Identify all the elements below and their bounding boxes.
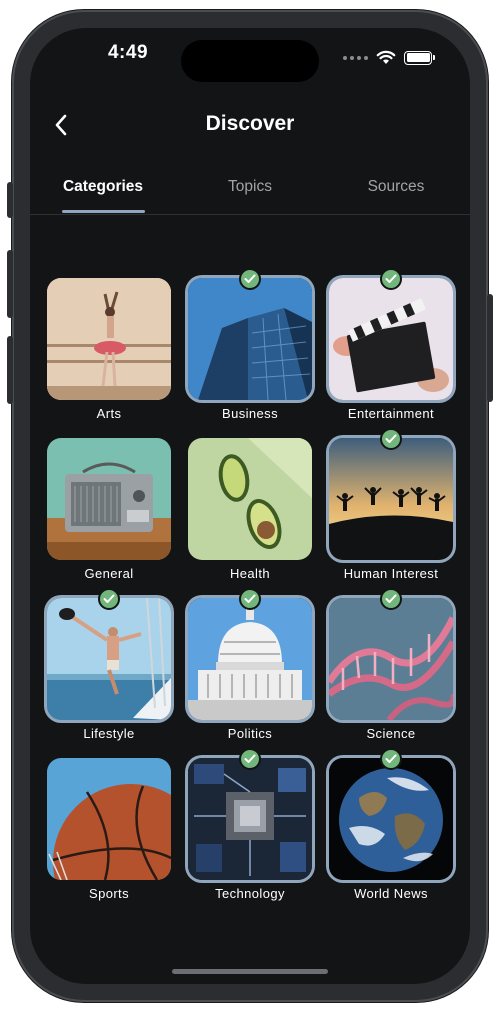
tab-divider (30, 214, 470, 215)
check-icon (380, 428, 402, 450)
check-icon (380, 748, 402, 770)
category-label: Lifestyle (83, 726, 135, 741)
people-jumping-image (329, 438, 453, 560)
circuit-board-image (188, 758, 312, 880)
check-icon (239, 588, 261, 610)
cellular-signal-icon (343, 55, 368, 60)
category-label: Human Interest (343, 566, 439, 581)
category-tile-world-news[interactable]: World News (329, 748, 453, 901)
check-icon (380, 588, 402, 610)
category-label: Politics (227, 726, 273, 741)
category-label: Sports (89, 886, 129, 901)
dynamic-island (181, 40, 319, 82)
category-label: Entertainment (347, 406, 435, 421)
tab-bar: Categories Topics Sources (30, 178, 470, 214)
earth-image (329, 758, 453, 880)
category-label: Science (366, 726, 416, 741)
category-tile-science[interactable]: Science (329, 588, 453, 741)
category-label: Arts (96, 406, 122, 421)
sailboat-image (47, 598, 171, 720)
dna-image (329, 598, 453, 720)
volume-up-button (7, 250, 13, 318)
tab-topics[interactable]: Topics (190, 178, 310, 196)
status-time: 4:49 (107, 42, 149, 63)
category-label: World News (354, 886, 428, 901)
volume-down-button (7, 336, 13, 404)
category-tile-general[interactable]: General (47, 438, 171, 581)
check-icon (239, 268, 261, 290)
tab-sources[interactable]: Sources (336, 178, 456, 196)
screen: 4:49 Discover Categories Topics Sources (30, 28, 470, 984)
action-button (7, 182, 13, 218)
capitol-image (188, 598, 312, 720)
clapperboard-image (329, 278, 453, 400)
category-tile-lifestyle[interactable]: Lifestyle (47, 588, 171, 741)
status-icons (343, 50, 435, 65)
category-tile-politics[interactable]: Politics (188, 588, 312, 741)
page-title: Discover (205, 112, 295, 135)
category-tile-arts[interactable]: Arts (47, 278, 171, 421)
battery-icon (404, 50, 435, 65)
category-tile-health[interactable]: Health (188, 438, 312, 581)
category-tile-sports[interactable]: Sports (47, 758, 171, 901)
check-icon (98, 588, 120, 610)
basketball-image (47, 758, 171, 880)
active-tab-indicator (62, 210, 145, 213)
category-tile-technology[interactable]: Technology (188, 748, 312, 901)
category-tile-entertainment[interactable]: Entertainment (329, 268, 453, 421)
tab-categories[interactable]: Categories (43, 178, 163, 196)
power-button (487, 294, 493, 402)
check-icon (380, 268, 402, 290)
check-icon (239, 748, 261, 770)
category-label: Business (222, 406, 278, 421)
office-building-image (188, 278, 312, 400)
wifi-icon (376, 50, 396, 64)
category-tile-human-interest[interactable]: Human Interest (329, 428, 453, 581)
avocado-image (188, 438, 312, 560)
category-label: Health (230, 566, 270, 581)
category-tile-business[interactable]: Business (188, 268, 312, 421)
category-label: General (84, 566, 134, 581)
ballet-dancer-image (47, 278, 171, 400)
radio-image (47, 438, 171, 560)
category-label: Technology (215, 886, 285, 901)
home-indicator[interactable] (172, 969, 328, 974)
